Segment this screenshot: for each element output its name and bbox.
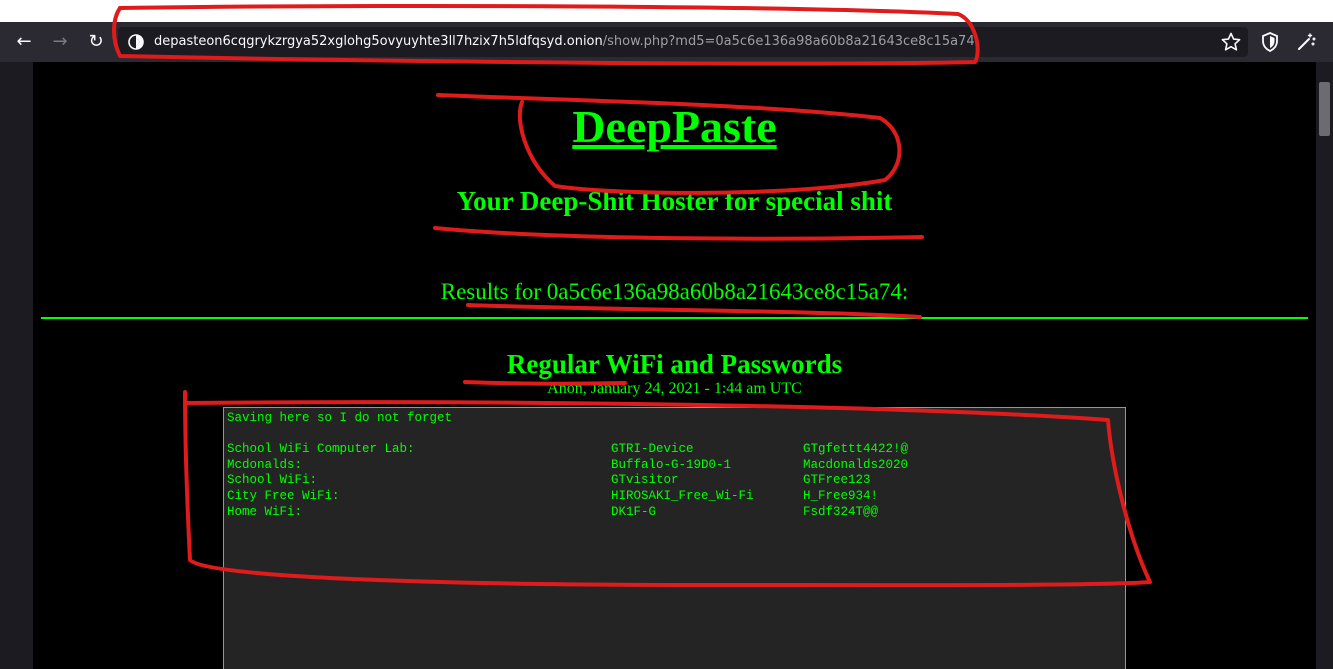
row-ssid: Buffalo-G-19D0-1 — [611, 457, 732, 472]
paste-meta: Anon, January 24, 2021 - 1:44 am UTC — [547, 380, 802, 397]
paste-blank-line — [227, 427, 1122, 443]
row-password: GTgfettt4422!@ — [803, 442, 909, 457]
star-icon[interactable] — [1219, 30, 1243, 54]
paste-row: School WiFi: GTvisitor GTFree123 — [227, 473, 1122, 489]
page-scrollbar[interactable] — [1316, 62, 1333, 669]
onion-site-icon[interactable] — [128, 34, 144, 50]
url-host: depasteon6cqgrykzrgya52xglohg5ovyuyhte3l… — [154, 34, 603, 49]
row-name: Home WiFi: — [227, 504, 303, 519]
scrollbar-thumb[interactable] — [1319, 82, 1330, 136]
paste-row: Home WiFi: DK1F-G Fsdf324T@@ — [227, 505, 1122, 521]
paste-row: Mcdonalds: Buffalo-G-19D0-1 Macdonalds20… — [227, 458, 1122, 474]
url-text[interactable]: depasteon6cqgrykzrgya52xglohg5ovyuyhte3l… — [154, 27, 975, 57]
row-ssid: GTRI-Device — [611, 442, 694, 457]
top-strip — [0, 0, 1333, 22]
results-heading: Results for 0a5c6e136a98a60b8a21643ce8c1… — [440, 279, 909, 304]
row-password: GTFree123 — [803, 473, 871, 488]
paste-title: Regular WiFi and Passwords — [506, 349, 843, 379]
row-name: School WiFi Computer Lab: — [227, 442, 415, 457]
paste-intro: Saving here so I do not forget — [227, 411, 453, 425]
back-icon[interactable]: ← — [12, 30, 36, 54]
paste-row: City Free WiFi: HIROSAKI_Free_Wi-Fi H_Fr… — [227, 489, 1122, 505]
row-name: School WiFi: — [227, 473, 318, 488]
reload-icon[interactable]: ↻ — [84, 30, 108, 54]
site-tagline: Your Deep-Shit Hoster for special shit — [456, 186, 893, 216]
row-name: City Free WiFi: — [227, 488, 340, 503]
row-ssid: GTvisitor — [611, 473, 679, 488]
shield-icon[interactable] — [1258, 30, 1282, 54]
page-viewport: DeepPaste Your Deep-Shit Hoster for spec… — [33, 62, 1316, 669]
paste-content-box[interactable]: Saving here so I do not forget School Wi… — [223, 407, 1126, 669]
row-name: Mcdonalds: — [227, 457, 303, 472]
forward-icon[interactable]: → — [48, 30, 72, 54]
site-title-link[interactable]: DeepPaste — [33, 100, 1316, 153]
row-ssid: DK1F-G — [611, 504, 657, 519]
left-gutter — [0, 62, 33, 669]
address-bar[interactable]: depasteon6cqgrykzrgya52xglohg5ovyuyhte3l… — [118, 27, 1248, 57]
wand-icon[interactable] — [1294, 30, 1318, 54]
browser-toolbar: ← → ↻ depasteon6cqgrykzrgya52xglohg5ovyu… — [0, 22, 1333, 62]
url-path: /show.php?md5=0a5c6e136a98a60b8a21643ce8… — [602, 34, 975, 49]
divider — [41, 317, 1308, 319]
row-ssid: HIROSAKI_Free_Wi-Fi — [611, 488, 754, 503]
row-password: Fsdf324T@@ — [803, 504, 879, 519]
row-password: H_Free934! — [803, 488, 879, 503]
row-password: Macdonalds2020 — [803, 457, 909, 472]
paste-row: School WiFi Computer Lab: GTRI-Device GT… — [227, 442, 1122, 458]
